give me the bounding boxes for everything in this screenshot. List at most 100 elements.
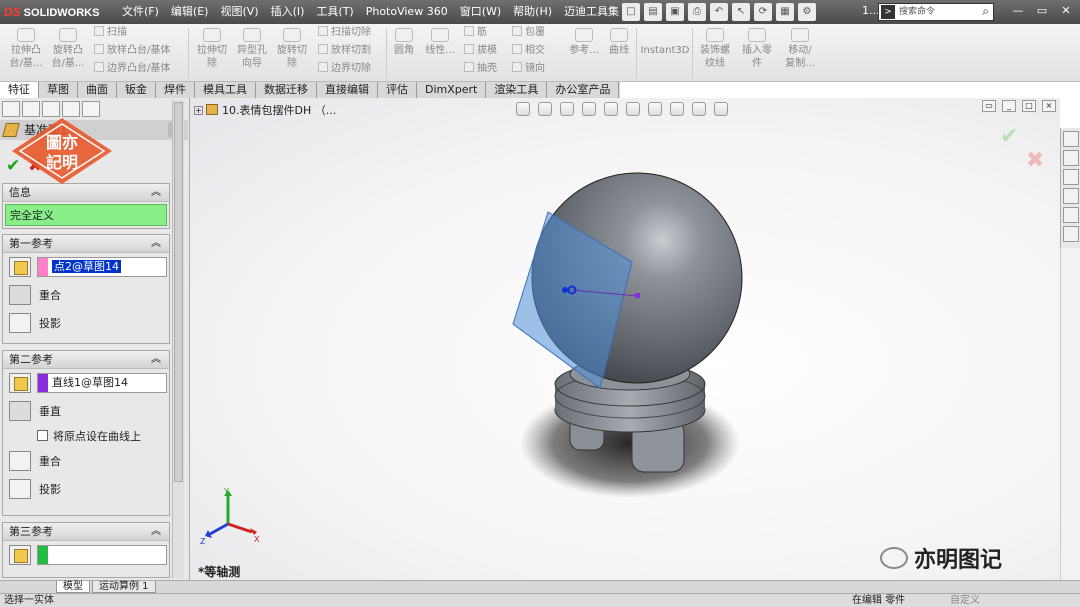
appearances-icon[interactable] — [1063, 207, 1079, 223]
menu-help[interactable]: 帮助(H) — [507, 0, 558, 24]
coincident-icon[interactable] — [9, 451, 31, 471]
minimize-button[interactable]: — — [1008, 3, 1028, 19]
menu-insert[interactable]: 插入(I) — [265, 0, 311, 24]
collapse-icon[interactable]: ︽ — [151, 351, 161, 369]
search-commands[interactable]: > 搜索命令 ⌕ — [878, 3, 994, 21]
revolved-cut-button[interactable]: 旋转切 除 — [274, 28, 310, 70]
menu-photoview[interactable]: PhotoView 360 — [360, 0, 454, 24]
menu-window[interactable]: 窗口(W) — [454, 0, 507, 24]
solidworks-logo[interactable]: DS SOLIDWORKS — [4, 3, 104, 21]
third-reference-header[interactable]: 第三参考 ︽ — [3, 523, 169, 541]
hole-wizard-button[interactable]: 异型孔 向导 — [234, 28, 270, 70]
dimxpert-manager-tab-icon[interactable] — [62, 101, 80, 117]
menu-maidi-tools[interactable]: 迈迪工具集 — [558, 0, 625, 24]
tab-direct-editing[interactable]: 直接编辑 — [317, 82, 378, 98]
fillet-button[interactable]: 圆角 — [390, 28, 418, 57]
origin-on-curve-row[interactable]: 将原点设在曲线上 — [3, 425, 169, 447]
tab-evaluate[interactable]: 评估 — [378, 82, 417, 98]
new-file-icon[interactable]: □ — [622, 3, 640, 21]
configuration-manager-tab-icon[interactable] — [42, 101, 60, 117]
first-reference-field[interactable]: 点2@草图14 — [37, 257, 167, 277]
mirror-button[interactable]: 镜向 — [512, 62, 545, 76]
info-box-header[interactable]: 信息 ︽ — [3, 184, 169, 202]
tab-motion-study[interactable]: 运动算例 1 — [92, 581, 156, 593]
property-manager-tab-icon[interactable] — [22, 101, 40, 117]
tab-surfaces[interactable]: 曲面 — [78, 82, 117, 98]
tab-render-tools[interactable]: 渲染工具 — [486, 82, 548, 98]
boundary-cut-button[interactable]: 边界切除 — [318, 62, 371, 76]
swept-cut-button[interactable]: 扫描切除 — [318, 26, 371, 40]
options-icon[interactable]: ⚙ — [798, 3, 816, 21]
menu-edit[interactable]: 编辑(E) — [165, 0, 215, 24]
revolved-boss-button[interactable]: 旋转凸 台/基... — [48, 28, 88, 70]
instant3d-button[interactable]: Instant3D — [640, 44, 690, 57]
solidworks-resources-icon[interactable] — [1063, 131, 1079, 147]
tab-dimxpert[interactable]: DimXpert — [417, 82, 487, 98]
feature-manager-tab-icon[interactable] — [2, 101, 20, 117]
custom-properties-icon[interactable] — [1063, 226, 1079, 242]
maximize-button[interactable]: ▭ — [1032, 3, 1052, 19]
file-explorer-icon[interactable] — [1063, 169, 1079, 185]
project-option-row[interactable]: 投影 — [3, 309, 169, 337]
tab-features[interactable]: 特征 — [0, 82, 39, 98]
collapse-icon[interactable]: ︽ — [151, 523, 161, 541]
wrap-button[interactable]: 包覆 — [512, 26, 545, 40]
close-button[interactable]: ✕ — [1056, 3, 1076, 19]
curves-button[interactable]: 曲线 — [604, 28, 634, 57]
tab-mold-tools[interactable]: 模具工具 — [195, 82, 256, 98]
design-library-icon[interactable] — [1063, 150, 1079, 166]
rib-button[interactable]: 筋 — [464, 26, 487, 40]
collapse-icon[interactable]: ︽ — [151, 184, 161, 202]
menu-file[interactable]: 文件(F) — [116, 0, 165, 24]
insert-part-button[interactable]: 插入零 件 — [738, 28, 776, 70]
third-reference-field[interactable] — [37, 545, 167, 565]
project-icon[interactable] — [9, 479, 31, 499]
project-icon[interactable] — [9, 313, 31, 333]
tab-weldments[interactable]: 焊件 — [156, 82, 195, 98]
project-option-row[interactable]: 投影 — [3, 475, 169, 503]
units-status[interactable]: 自定义 — [950, 594, 980, 607]
second-reference-header[interactable]: 第二参考 ︽ — [3, 351, 169, 369]
file-properties-icon[interactable]: ▦ — [776, 3, 794, 21]
reference-geometry-button[interactable]: 参考... — [566, 28, 602, 57]
view-palette-icon[interactable] — [1063, 188, 1079, 204]
collapse-icon[interactable]: ︽ — [151, 235, 161, 253]
extruded-boss-button[interactable]: 拉伸凸 台/基... — [6, 28, 46, 70]
draft-button[interactable]: 拔模 — [464, 44, 497, 58]
tab-sketch[interactable]: 草图 — [39, 82, 78, 98]
shell-button[interactable]: 抽壳 — [464, 62, 497, 76]
tab-model[interactable]: 模型 — [56, 581, 90, 593]
menu-tools[interactable]: 工具(T) — [310, 0, 359, 24]
intersect-button[interactable]: 相交 — [512, 44, 545, 58]
graphics-area[interactable]: +10.表情包摆件DH （... ▭ _ □ × ✔ ✖ Y X Z *等轴测 … — [190, 98, 1060, 580]
search-input[interactable]: 搜索命令 — [899, 5, 935, 19]
loft-boss-button[interactable]: 放样凸台/基体 — [94, 44, 170, 58]
rebuild-icon[interactable]: ⟳ — [754, 3, 772, 21]
perpendicular-option-row[interactable]: 垂直 — [3, 397, 169, 425]
lofted-cut-button[interactable]: 放样切割 — [318, 44, 371, 58]
select-icon[interactable]: ↖ — [732, 3, 750, 21]
move-copy-button[interactable]: 移动/ 复制... — [780, 28, 820, 70]
print-icon[interactable]: ⎙ — [688, 3, 706, 21]
coincident-option-row[interactable]: 重合 — [3, 281, 169, 309]
sweep-button[interactable]: 扫描 — [94, 26, 127, 40]
save-icon[interactable]: ▣ — [666, 3, 684, 21]
coincident-icon[interactable] — [9, 285, 31, 305]
extruded-cut-button[interactable]: 拉伸切 除 — [194, 28, 230, 70]
boundary-boss-button[interactable]: 边界凸台/基体 — [94, 62, 170, 76]
cosmetic-thread-button[interactable]: 装饰螺 纹线 — [696, 28, 734, 70]
panel-scrollbar[interactable] — [172, 100, 184, 578]
first-reference-header[interactable]: 第一参考 ︽ — [3, 235, 169, 253]
model-3d-view[interactable] — [190, 98, 1060, 580]
menu-view[interactable]: 视图(V) — [214, 0, 264, 24]
origin-on-curve-checkbox[interactable] — [37, 430, 48, 441]
tab-sheet-metal[interactable]: 钣金 — [117, 82, 156, 98]
perpendicular-icon[interactable] — [9, 401, 31, 421]
search-icon[interactable]: ⌕ — [982, 4, 989, 19]
scrollbar-thumb[interactable] — [174, 102, 183, 482]
tab-office-products[interactable]: 办公室产品 — [547, 82, 620, 98]
undo-icon[interactable]: ↶ — [710, 3, 728, 21]
open-file-icon[interactable]: ▤ — [644, 3, 662, 21]
linear-pattern-button[interactable]: 线性... — [422, 28, 458, 57]
coincident-option-row[interactable]: 重合 — [3, 447, 169, 475]
